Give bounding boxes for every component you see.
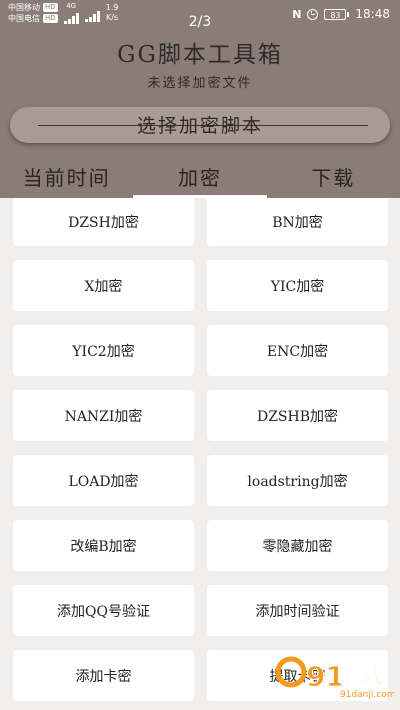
option-enc-encrypt[interactable]: ENC加密 [207,325,388,376]
alarm-icon [307,8,319,20]
option-nanzi-encrypt[interactable]: NANZI加密 [13,390,194,441]
carrier-row-1: 中国移动 HD [8,2,58,13]
select-script-button[interactable]: 选择加密脚本 [10,107,390,143]
option-add-card-key[interactable]: 添加卡密 [13,650,194,701]
carrier-1-name: 中国移动 [8,3,40,12]
watermark-url: 91danji.com [340,690,394,700]
option-add-qq-verify[interactable]: 添加QQ号验证 [13,585,194,636]
status-time: 18:48 [355,7,390,21]
option-loadstring-encrypt[interactable]: loadstring加密 [207,455,388,506]
selected-file-status: 未选择加密文件 [147,76,253,91]
app-title: GG脚本工具箱 [117,42,283,68]
tab-encrypt[interactable]: 加密 [133,158,267,198]
option-bn-encrypt[interactable]: BN加密 [207,198,388,246]
option-yic2-encrypt[interactable]: YIC2加密 [13,325,194,376]
watermark-ring-icon [275,656,307,688]
nfc-icon: N [292,7,302,21]
watermark-text: 游戏 [340,663,384,689]
option-add-time-verify[interactable]: 添加时间验证 [207,585,388,636]
option-dzshb-encrypt[interactable]: DZSHB加密 [207,390,388,441]
tab-current-time[interactable]: 当前时间 [0,158,133,198]
option-dzsh-encrypt[interactable]: DZSH加密 [13,198,194,246]
site-watermark-logo: 91 游戏 91danji.com [275,656,394,700]
tab-download[interactable]: 下载 [267,158,400,198]
net-speed-value: 1.9 [105,3,119,12]
tab-bar: 当前时间 加密 下载 [0,158,400,198]
option-modified-b-encrypt[interactable]: 改编B加密 [13,520,194,571]
battery-icon: 83 [324,8,350,20]
battery-level: 83 [324,8,347,20]
net-type-label: 4G [66,2,77,10]
encryption-options-grid: DZSH加密 BN加密 X加密 YIC加密 YIC2加密 ENC加密 NANZI… [13,198,388,701]
hd-badge: HD [43,3,58,12]
select-script-button-label: 选择加密脚本 [136,115,263,137]
option-x-encrypt[interactable]: X加密 [13,260,194,311]
option-zero-hide-encrypt[interactable]: 零隐藏加密 [207,520,388,571]
option-load-encrypt[interactable]: LOAD加密 [13,455,194,506]
app-header: GG脚本工具箱 未选择加密文件 选择加密脚本 当前时间 加密 下载 [0,28,400,198]
status-bar: 中国移动 HD 中国电信 HD 4G 1.9 K/s 2/3 N 83 18:4… [0,0,400,30]
status-right-group: N 83 18:48 [292,7,390,21]
option-yic-encrypt[interactable]: YIC加密 [207,260,388,311]
